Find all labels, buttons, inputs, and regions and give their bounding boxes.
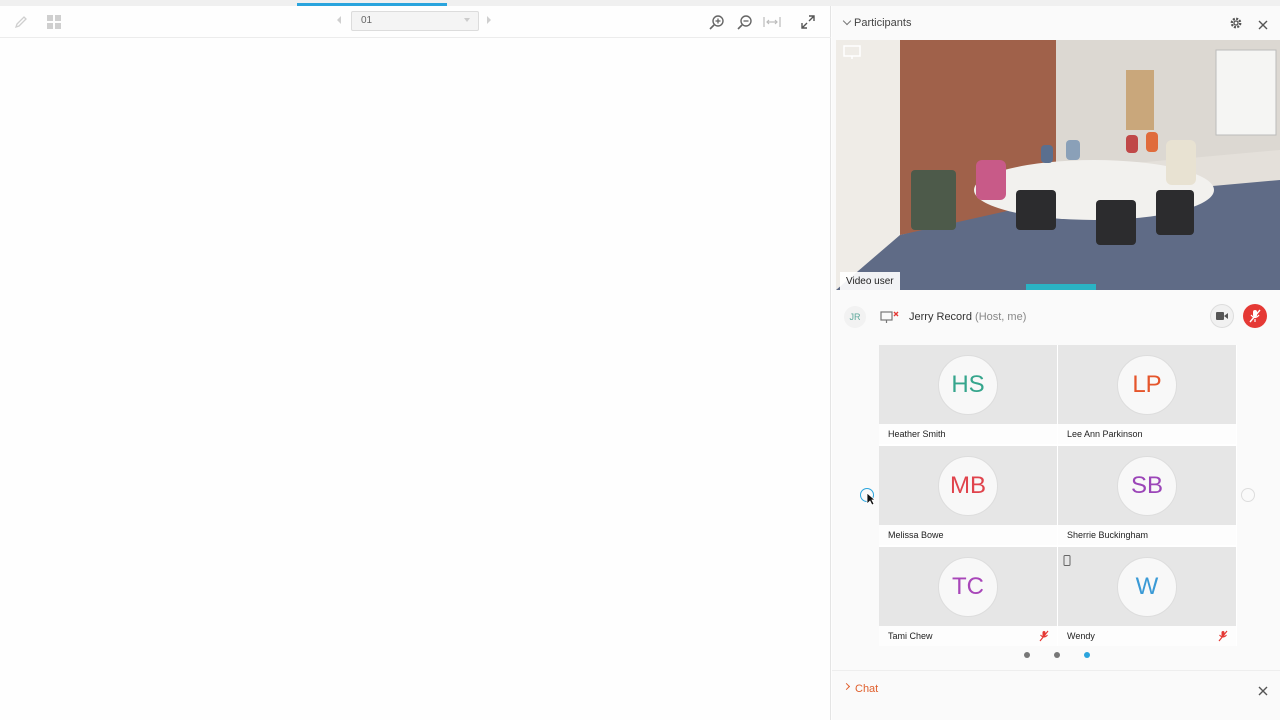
chat-section-header[interactable]: Chat [832, 670, 1280, 704]
host-role: (Host, me) [975, 311, 1027, 323]
next-page-icon[interactable] [487, 16, 491, 24]
chevron-down-icon [464, 18, 470, 22]
tile-label-bar: Sherrie Buckingham [1058, 525, 1236, 545]
participant-tile[interactable]: MB Melissa Bowe [879, 446, 1057, 545]
mic-muted-icon [1249, 309, 1261, 323]
avatar: LP [1117, 355, 1177, 415]
video-user-label: Video user [840, 272, 900, 290]
page-dot-active[interactable] [1084, 652, 1090, 658]
participant-tile[interactable]: LP Lee Ann Parkinson [1058, 345, 1236, 444]
avatar: JR [844, 306, 866, 328]
avatar-initials: SB [1130, 472, 1163, 499]
participant-name: Melissa Bowe [888, 530, 944, 540]
avatar-initials: LP [1132, 371, 1162, 398]
page-dot[interactable] [1024, 652, 1030, 658]
host-name-text: Jerry Record [909, 311, 972, 323]
mouse-cursor-icon [866, 492, 877, 511]
mic-muted-icon [1039, 629, 1049, 647]
participant-grid: HS Heather Smith LP Lee Ann Parkinson MB… [879, 345, 1237, 646]
participant-tile[interactable]: W Wendy [1058, 547, 1236, 646]
participant-tile[interactable]: HS Heather Smith [879, 345, 1057, 444]
avatar-initials: TC [952, 573, 984, 600]
tile-label-bar: Lee Ann Parkinson [1058, 424, 1236, 444]
host-participant-row[interactable]: JR Jerry Record (Host, me) [832, 298, 1280, 336]
participant-name: Tami Chew [888, 631, 933, 641]
document-pane: 01 [0, 6, 831, 720]
avatar: SB [1117, 456, 1177, 516]
screen-share-off-icon [880, 310, 900, 329]
participant-name: Lee Ann Parkinson [1067, 429, 1143, 439]
tile-label-bar: Tami Chew [879, 626, 1057, 646]
chat-title: Chat [855, 683, 879, 695]
screen-share-icon [842, 44, 862, 65]
zoom-out-icon[interactable] [734, 12, 754, 32]
chevron-right-icon[interactable] [842, 682, 851, 691]
participant-tile[interactable]: SB Sherrie Buckingham [1058, 446, 1236, 545]
next-participants-icon[interactable] [1241, 488, 1255, 502]
avatar-initials: W [1135, 573, 1159, 600]
zoom-in-icon[interactable] [706, 12, 726, 32]
avatar: HS [938, 355, 998, 415]
avatar-initials: MB [950, 472, 986, 499]
avatar-initials: HS [951, 371, 985, 398]
tile-label-bar: Heather Smith [879, 424, 1057, 444]
avatar: TC [938, 557, 998, 617]
avatar: MB [938, 456, 998, 516]
mobile-device-icon [1063, 553, 1071, 571]
participant-name: Wendy [1067, 631, 1095, 641]
mic-muted-icon [1218, 629, 1228, 647]
participant-tile[interactable]: TC Tami Chew [879, 547, 1057, 646]
page-dot[interactable] [1054, 652, 1060, 658]
document-toolbar: 01 [0, 6, 831, 38]
participants-panel: Participants Video user JR Jerry Record … [832, 6, 1280, 720]
fullscreen-icon[interactable] [798, 12, 818, 32]
chevron-down-icon[interactable] [842, 16, 852, 26]
prev-page-icon[interactable] [337, 16, 341, 24]
participant-name: Heather Smith [888, 429, 946, 439]
tile-label-bar: Melissa Bowe [879, 525, 1057, 545]
host-name: Jerry Record (Host, me) [909, 311, 1026, 323]
gear-icon[interactable] [1229, 16, 1243, 35]
page-select[interactable]: 01 [351, 11, 479, 31]
thumbnails-icon[interactable] [44, 12, 64, 32]
fit-width-icon[interactable] [762, 12, 782, 32]
mute-button[interactable] [1243, 304, 1267, 328]
avatar: W [1117, 557, 1177, 617]
pencil-icon[interactable] [11, 12, 31, 32]
page-select-value: 01 [361, 15, 373, 26]
video-camera-icon [1216, 312, 1228, 320]
close-icon[interactable] [1258, 17, 1268, 35]
video-camera-button[interactable] [1210, 304, 1234, 328]
conference-room-image [836, 40, 1280, 290]
tile-label-bar: Wendy [1058, 626, 1236, 646]
participant-name: Sherrie Buckingham [1067, 530, 1149, 540]
participants-title: Participants [854, 17, 912, 29]
close-icon[interactable] [1258, 683, 1268, 701]
participants-header[interactable]: Participants [832, 6, 1280, 39]
video-feed: Video user [836, 40, 1280, 290]
